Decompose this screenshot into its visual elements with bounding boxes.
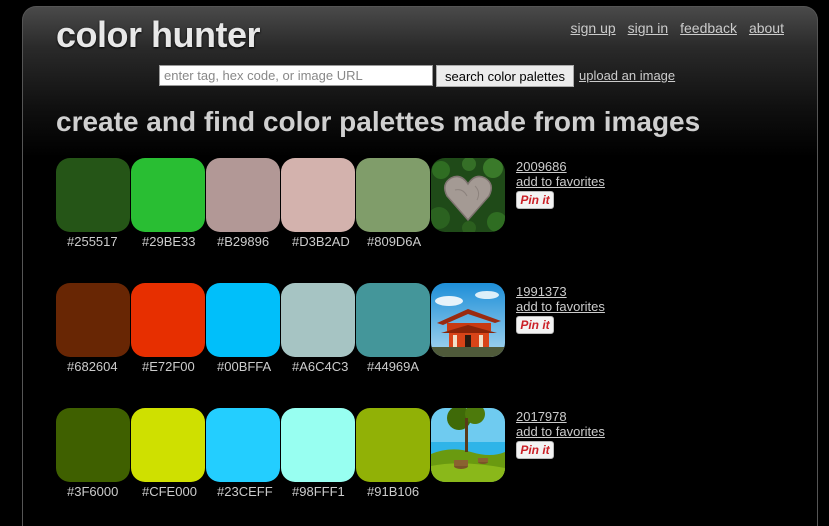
- palette-source-image[interactable]: [431, 158, 505, 232]
- color-swatch[interactable]: [356, 158, 430, 232]
- about-link[interactable]: about: [749, 20, 784, 36]
- palette-meta: 1991373 add to favorites Pin it: [516, 284, 605, 334]
- color-swatch[interactable]: [356, 408, 430, 482]
- top-nav: sign up sign in feedback about: [571, 20, 785, 36]
- color-swatch[interactable]: [356, 283, 430, 357]
- hex-code: #29BE33: [142, 234, 196, 249]
- sign-in-link[interactable]: sign in: [628, 20, 668, 36]
- color-swatch[interactable]: [206, 158, 280, 232]
- page-headline: create and find color palettes made from…: [56, 106, 701, 137]
- site-logo[interactable]: color hunter: [56, 14, 261, 56]
- palette-source-image[interactable]: [431, 283, 505, 357]
- pin-it-button[interactable]: Pin it: [516, 441, 554, 459]
- shrine-image: [431, 283, 505, 357]
- hex-code: #98FFF1: [292, 484, 345, 499]
- palette-id-link[interactable]: 1991373: [516, 284, 605, 299]
- feedback-link[interactable]: feedback: [680, 20, 737, 36]
- hex-code: #44969A: [367, 359, 420, 374]
- color-swatch[interactable]: [131, 283, 205, 357]
- palette-id-link[interactable]: 2017978: [516, 409, 605, 424]
- add-to-favorites-link[interactable]: add to favorites: [516, 174, 605, 189]
- hex-code: #255517: [67, 234, 118, 249]
- hex-code: #682604: [67, 359, 118, 374]
- hex-code: #B29896: [217, 234, 270, 249]
- palette-meta: 2009686 add to favorites Pin it: [516, 159, 605, 209]
- color-swatch[interactable]: [56, 283, 130, 357]
- add-to-favorites-link[interactable]: add to favorites: [516, 299, 605, 314]
- palette-row: #3F6000 #CFE000 #23CEFF #98FFF1 #91B106 …: [56, 408, 616, 508]
- hex-code: #3F6000: [67, 484, 119, 499]
- color-swatch[interactable]: [206, 408, 280, 482]
- color-swatch[interactable]: [131, 158, 205, 232]
- color-swatch[interactable]: [56, 408, 130, 482]
- hex-code: #91B106: [367, 484, 420, 499]
- hex-code: #CFE000: [142, 484, 197, 499]
- pin-it-button[interactable]: Pin it: [516, 316, 554, 334]
- hex-code: #23CEFF: [217, 484, 273, 499]
- island-image: [431, 408, 505, 482]
- color-swatch[interactable]: [131, 408, 205, 482]
- upload-image-link[interactable]: upload an image: [579, 68, 675, 83]
- search-input[interactable]: [159, 65, 433, 86]
- color-swatch[interactable]: [206, 283, 280, 357]
- palette-meta: 2017978 add to favorites Pin it: [516, 409, 605, 459]
- hex-code: #E72F00: [142, 359, 195, 374]
- color-swatch[interactable]: [56, 158, 130, 232]
- pin-it-button[interactable]: Pin it: [516, 191, 554, 209]
- palette-id-link[interactable]: 2009686: [516, 159, 605, 174]
- sign-up-link[interactable]: sign up: [571, 20, 616, 36]
- hex-code: #809D6A: [367, 234, 422, 249]
- color-swatch[interactable]: [281, 408, 355, 482]
- color-swatch[interactable]: [281, 283, 355, 357]
- hex-code: #D3B2AD: [292, 234, 350, 249]
- heart-stone-image: [431, 158, 505, 232]
- palette-source-image[interactable]: [431, 408, 505, 482]
- hex-code: #A6C4C3: [292, 359, 349, 374]
- hex-code: #00BFFA: [217, 359, 272, 374]
- palette-row: #682604 #E72F00 #00BFFA #A6C4C3 #44969A …: [56, 283, 616, 383]
- add-to-favorites-link[interactable]: add to favorites: [516, 424, 605, 439]
- palette-row: #255517 #29BE33 #B29896 #D3B2AD #809D6A …: [56, 158, 616, 258]
- color-swatch[interactable]: [281, 158, 355, 232]
- search-button[interactable]: search color palettes: [436, 65, 574, 87]
